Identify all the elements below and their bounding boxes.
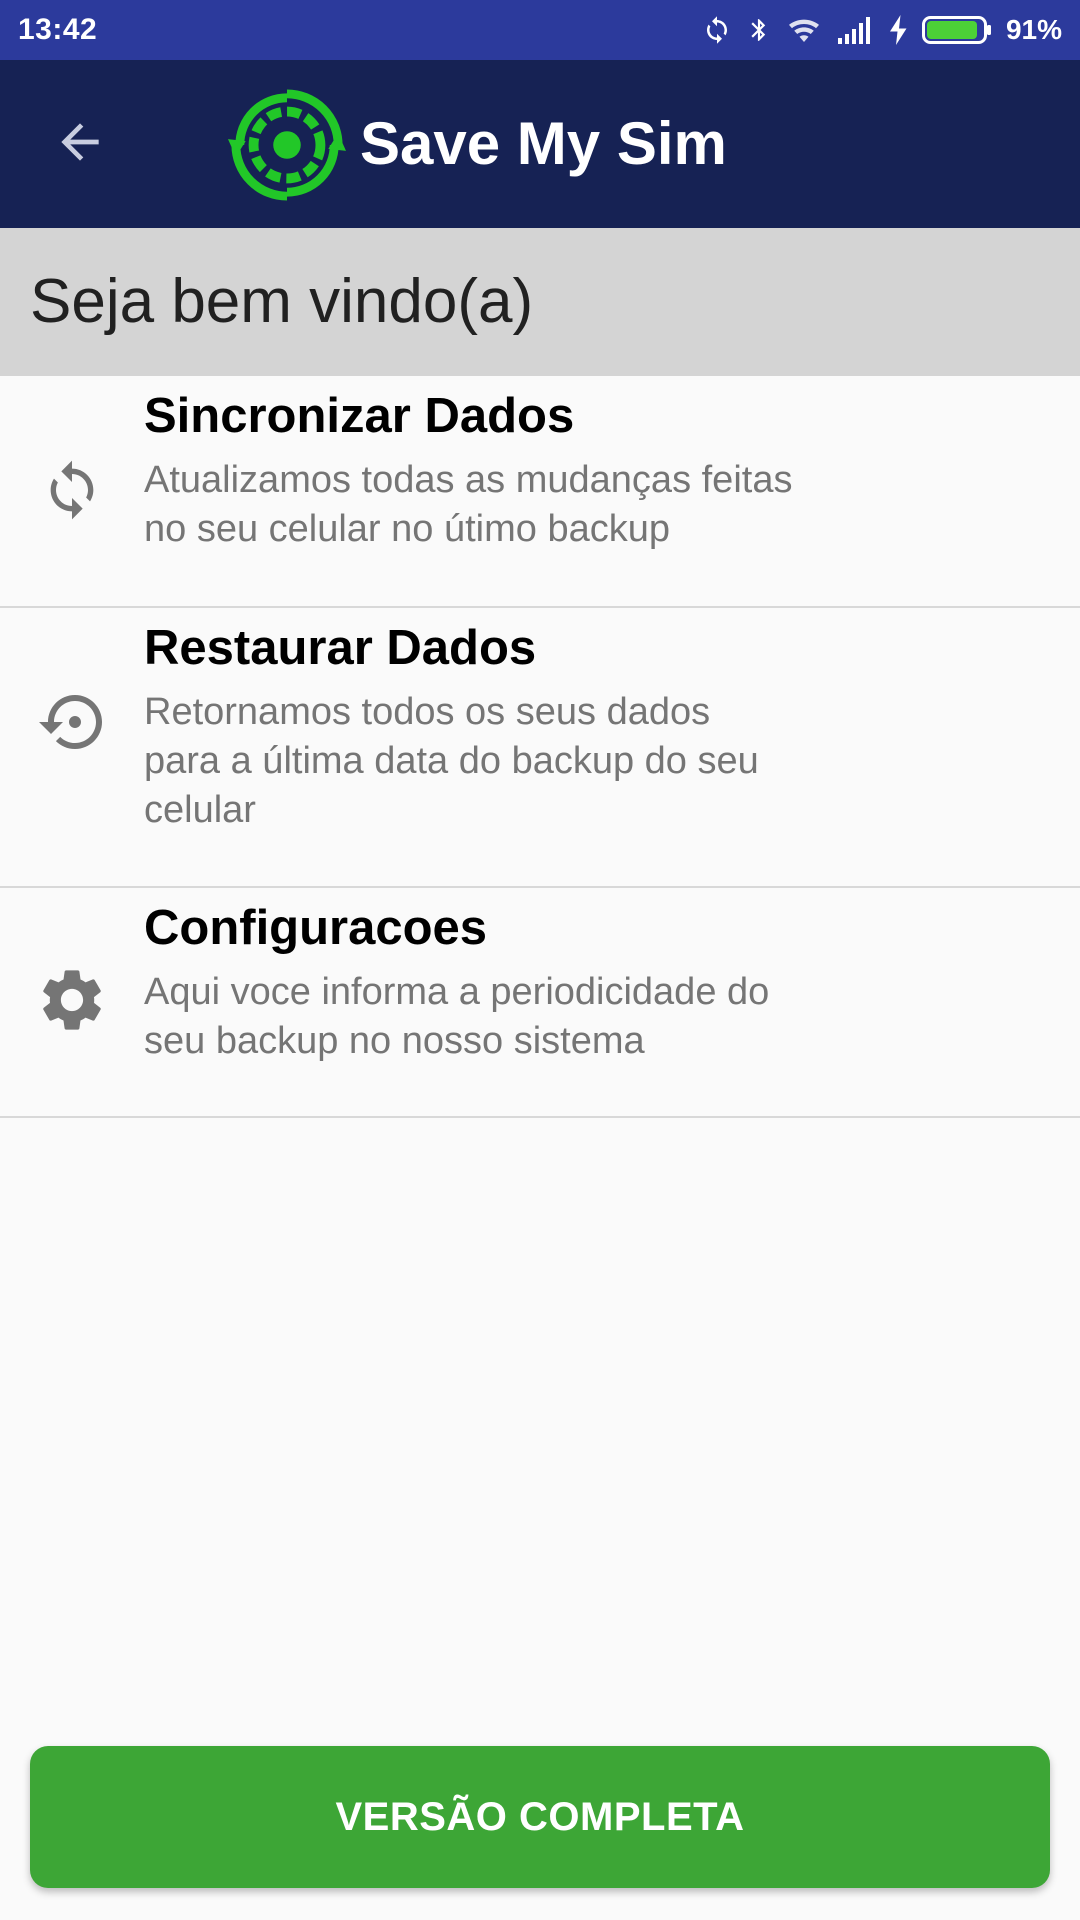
sync-icon bbox=[30, 448, 114, 532]
battery-percent: 91% bbox=[1005, 14, 1062, 45]
welcome-header: Seja bem vindo(a) bbox=[0, 228, 1080, 376]
status-time: 13:42 bbox=[18, 13, 98, 46]
status-bar: 13:42 91% bbox=[0, 0, 1080, 60]
bluetooth-icon bbox=[746, 14, 772, 46]
gear-icon bbox=[30, 958, 114, 1042]
menu-item-restore[interactable]: Restaurar Dados Retornamos todos os seus… bbox=[0, 608, 1080, 888]
welcome-text: Seja bem vindo(a) bbox=[30, 267, 534, 336]
charging-icon bbox=[889, 15, 908, 45]
menu-item-settings[interactable]: Configuracoes Aqui voce informa a period… bbox=[0, 888, 1080, 1118]
status-icons: 91% bbox=[702, 14, 1062, 46]
back-button[interactable] bbox=[40, 104, 120, 184]
menu-item-title: Sincronizar Dados bbox=[144, 389, 575, 443]
menu-item-description: Retornamos todos os seus dados para a úl… bbox=[144, 691, 759, 831]
battery-icon bbox=[921, 15, 992, 45]
app-title: Save My Sim bbox=[360, 110, 727, 177]
signal-icon bbox=[836, 16, 876, 44]
app-logo-icon bbox=[228, 86, 346, 204]
menu-item-title: Configuracoes bbox=[144, 901, 488, 955]
restore-icon bbox=[30, 680, 114, 764]
wifi-icon bbox=[786, 15, 822, 45]
menu-item-description: Aqui voce informa a periodicidade do seu… bbox=[144, 971, 770, 1062]
menu-item-sync[interactable]: Sincronizar Dados Atualizamos todas as m… bbox=[0, 376, 1080, 608]
menu-item-title: Restaurar Dados bbox=[144, 621, 537, 675]
arrow-left-icon bbox=[52, 114, 108, 175]
full-version-button[interactable]: VERSÃO COMPLETA bbox=[30, 1746, 1050, 1888]
menu-item-description: Atualizamos todas as mudanças feitas no … bbox=[144, 459, 793, 550]
app-toolbar: Save My Sim bbox=[0, 60, 1080, 228]
sync-status-icon bbox=[702, 15, 732, 45]
